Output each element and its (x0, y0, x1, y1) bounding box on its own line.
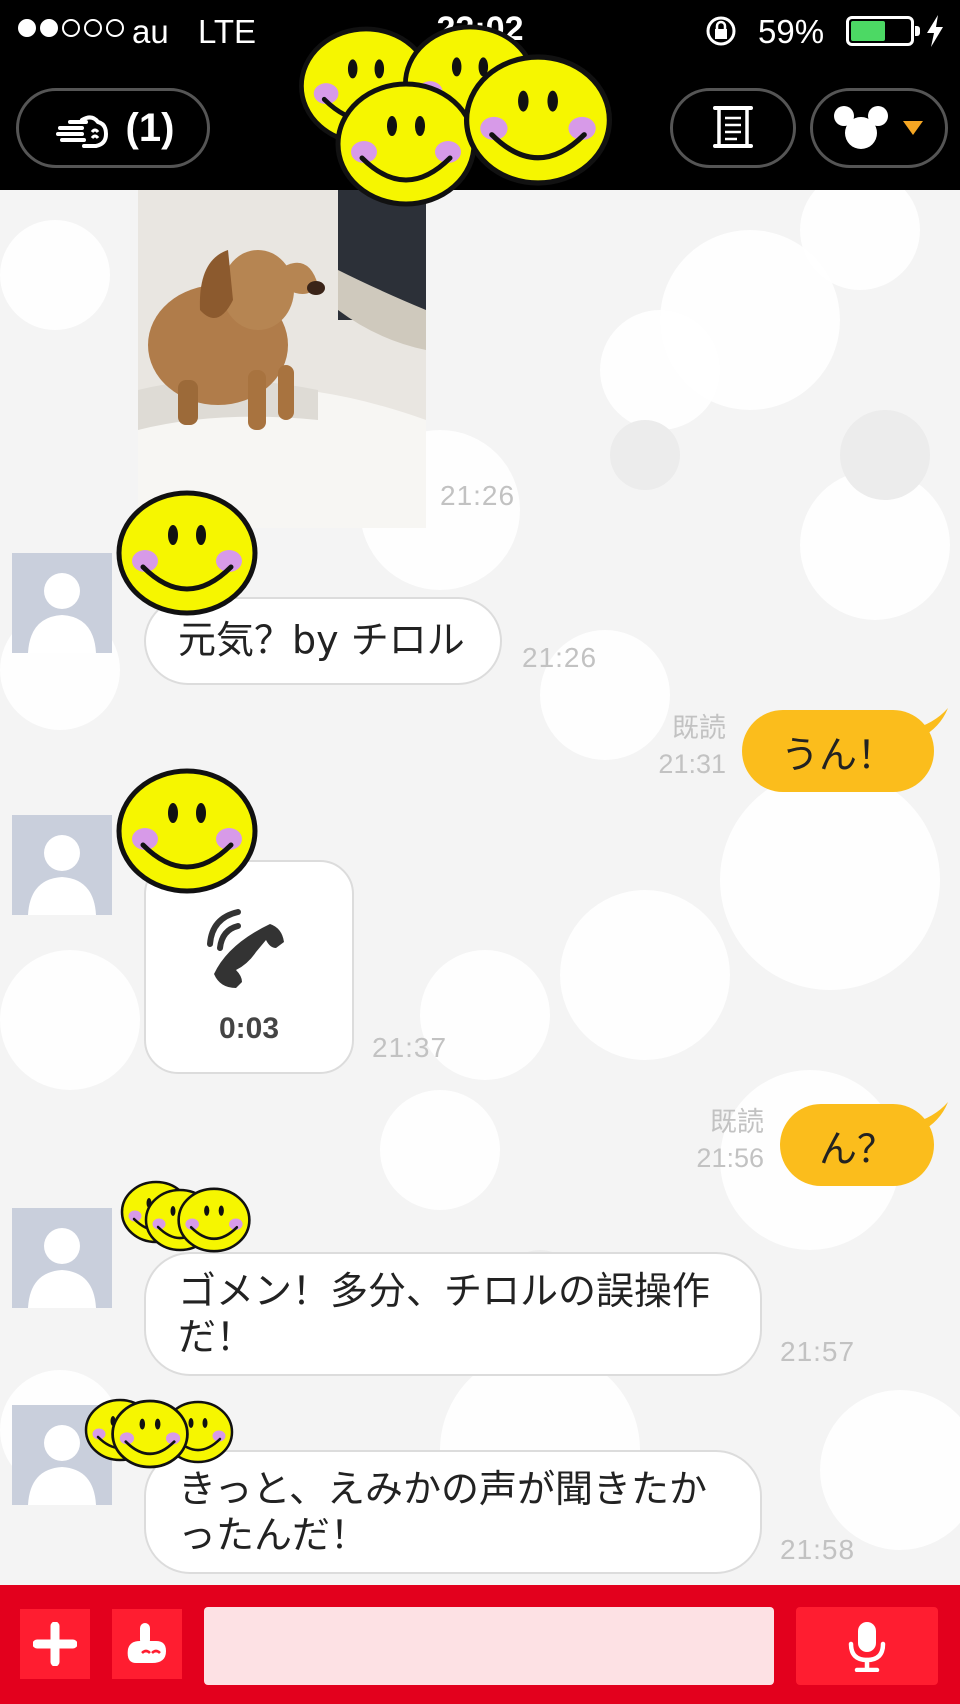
message-time: 21:58 (780, 1534, 856, 1565)
read-label: 既読 (710, 1107, 764, 1137)
sender-avatar[interactable] (12, 553, 112, 653)
default-user-icon (28, 573, 96, 653)
read-receipt: 既読 21:31 (600, 710, 726, 782)
outgoing-bubble-tail (910, 708, 948, 738)
message-time: 21:57 (780, 1336, 856, 1367)
dog-photo (138, 190, 426, 528)
scroll-icon (713, 106, 753, 148)
call-duration: 0:03 (218, 1012, 280, 1045)
message-time: 21:26 (440, 480, 516, 511)
read-receipt: 既読 21:56 (640, 1104, 764, 1176)
smiley-sticker-icon (84, 1398, 234, 1469)
dropdown-triangle-icon (903, 121, 923, 135)
message-text-line: だ！ (178, 1315, 255, 1359)
battery-icon (846, 16, 920, 46)
message-text: うん！ (780, 732, 895, 777)
battery-percentage: 59% (758, 13, 825, 50)
message-text-line: きっと、えみかの声が聞きたか (178, 1467, 707, 1511)
smiley-sticker-icon (108, 766, 266, 896)
message-text: ん？ (818, 1126, 895, 1171)
message-time: 21:56 (696, 1143, 764, 1173)
microphone-icon (848, 1622, 886, 1672)
notification-count: (1) (125, 105, 175, 150)
smiley-sticker-icon (108, 488, 266, 618)
default-user-icon (28, 835, 96, 915)
message-time: 21:31 (658, 749, 726, 779)
outgoing-message-bubble[interactable]: うん！ (742, 710, 934, 792)
smiley-sticker-icon (120, 1180, 251, 1253)
sticker-button[interactable] (112, 1609, 182, 1679)
plus-icon (33, 1622, 77, 1666)
message-time: 21:37 (372, 1032, 448, 1063)
message-time: 21:26 (522, 642, 598, 673)
default-user-icon (28, 1228, 96, 1308)
message-composer (0, 1585, 960, 1704)
voice-message-button[interactable] (796, 1607, 938, 1685)
message-input[interactable] (204, 1607, 774, 1685)
message-text-line: ったんだ！ (178, 1513, 369, 1557)
rotation-lock-icon (706, 16, 736, 46)
sender-avatar[interactable] (12, 815, 112, 915)
message-text: 元気？by チロル (178, 618, 465, 662)
charging-bolt-icon (927, 15, 943, 47)
glove-hand-icon (55, 115, 108, 148)
phone-call-icon (207, 909, 284, 988)
message-text-line: ゴメン！多分、チロルの誤操作 (178, 1269, 711, 1313)
read-label: 既読 (672, 713, 726, 743)
sender-avatar[interactable] (12, 1208, 112, 1308)
outgoing-bubble-tail (910, 1102, 948, 1132)
smiley-sticker-icon (294, 24, 624, 214)
add-button[interactable] (20, 1609, 90, 1679)
incoming-message-bubble[interactable]: ゴメン！多分、チロルの誤操作 だ！ (144, 1252, 762, 1376)
notes-button[interactable] (670, 88, 796, 168)
hand-icon (127, 1623, 166, 1663)
battery-level-fill (851, 21, 885, 41)
notification-button[interactable]: (1) (16, 88, 210, 168)
mouse-head-icon (834, 106, 888, 149)
theme-menu-button[interactable] (810, 88, 948, 168)
photo-message[interactable] (138, 190, 426, 528)
